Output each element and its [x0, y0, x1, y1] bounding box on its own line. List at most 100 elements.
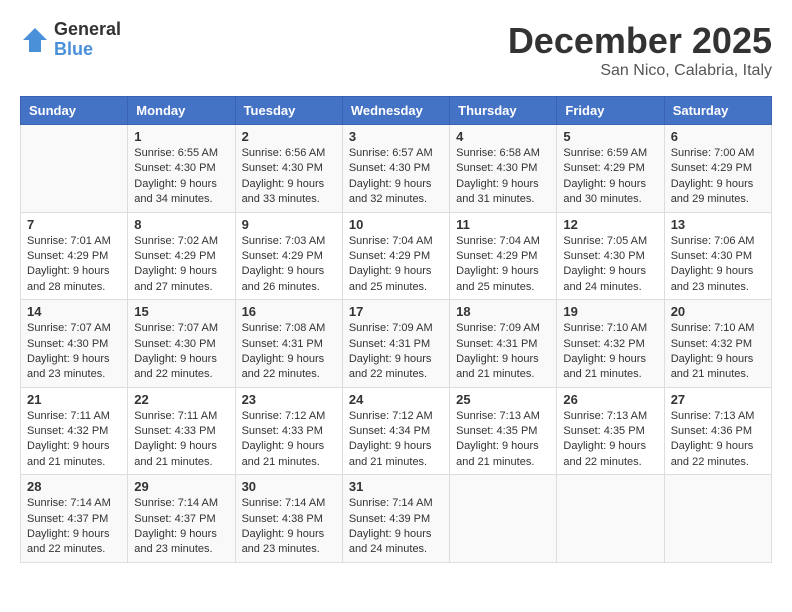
cell-line: Daylight: 9 hours: [349, 352, 443, 367]
cell-line: Daylight: 9 hours: [349, 177, 443, 192]
cell-line: Sunrise: 7:14 AM: [27, 496, 121, 511]
cell-line: Daylight: 9 hours: [671, 439, 765, 454]
cell-line: Daylight: 9 hours: [349, 527, 443, 542]
cell-line: Sunrise: 7:02 AM: [134, 234, 228, 249]
cell-line: Sunset: 4:31 PM: [349, 337, 443, 352]
day-number: 17: [349, 304, 443, 319]
cell-line: Daylight: 9 hours: [242, 352, 336, 367]
calendar-cell: [21, 125, 128, 213]
cell-line: and 22 minutes.: [134, 367, 228, 382]
calendar-cell: 1Sunrise: 6:55 AMSunset: 4:30 PMDaylight…: [128, 125, 235, 213]
cell-line: Sunset: 4:35 PM: [456, 424, 550, 439]
cell-content: Sunrise: 7:11 AMSunset: 4:32 PMDaylight:…: [27, 409, 121, 471]
cell-content: Sunrise: 7:13 AMSunset: 4:35 PMDaylight:…: [456, 409, 550, 471]
day-number: 7: [27, 217, 121, 232]
day-number: 23: [242, 392, 336, 407]
cell-content: Sunrise: 7:14 AMSunset: 4:39 PMDaylight:…: [349, 496, 443, 558]
cell-line: Daylight: 9 hours: [242, 527, 336, 542]
cell-line: Sunset: 4:30 PM: [671, 249, 765, 264]
cell-content: Sunrise: 7:14 AMSunset: 4:37 PMDaylight:…: [27, 496, 121, 558]
cell-line: Sunrise: 7:13 AM: [456, 409, 550, 424]
cell-line: and 29 minutes.: [671, 192, 765, 207]
cell-line: Sunset: 4:30 PM: [134, 337, 228, 352]
cell-line: Daylight: 9 hours: [134, 352, 228, 367]
cell-line: and 22 minutes.: [349, 367, 443, 382]
cell-line: and 26 minutes.: [242, 280, 336, 295]
cell-line: Sunrise: 7:00 AM: [671, 146, 765, 161]
cell-content: Sunrise: 7:09 AMSunset: 4:31 PMDaylight:…: [456, 321, 550, 383]
cell-line: Sunset: 4:33 PM: [242, 424, 336, 439]
cell-line: Daylight: 9 hours: [242, 264, 336, 279]
cell-line: and 23 minutes.: [134, 542, 228, 557]
cell-line: and 21 minutes.: [27, 455, 121, 470]
calendar-cell: 23Sunrise: 7:12 AMSunset: 4:33 PMDayligh…: [235, 387, 342, 475]
title-block: December 2025 San Nico, Calabria, Italy: [508, 20, 772, 80]
location-text: San Nico, Calabria, Italy: [508, 62, 772, 80]
calendar-cell: 13Sunrise: 7:06 AMSunset: 4:30 PMDayligh…: [664, 212, 771, 300]
cell-line: Sunset: 4:29 PM: [242, 249, 336, 264]
cell-line: and 25 minutes.: [349, 280, 443, 295]
calendar-week-1: 7Sunrise: 7:01 AMSunset: 4:29 PMDaylight…: [21, 212, 772, 300]
calendar-cell: 16Sunrise: 7:08 AMSunset: 4:31 PMDayligh…: [235, 300, 342, 388]
header-wednesday: Wednesday: [342, 97, 449, 125]
cell-line: and 21 minutes.: [349, 455, 443, 470]
cell-content: Sunrise: 7:14 AMSunset: 4:38 PMDaylight:…: [242, 496, 336, 558]
cell-line: Sunrise: 7:05 AM: [563, 234, 657, 249]
calendar-cell: 3Sunrise: 6:57 AMSunset: 4:30 PMDaylight…: [342, 125, 449, 213]
logo: General Blue: [20, 20, 121, 60]
cell-line: Daylight: 9 hours: [27, 439, 121, 454]
cell-line: Sunset: 4:32 PM: [671, 337, 765, 352]
cell-line: Daylight: 9 hours: [27, 352, 121, 367]
day-number: 27: [671, 392, 765, 407]
logo-general-text: General: [54, 20, 121, 40]
cell-line: Sunrise: 7:12 AM: [349, 409, 443, 424]
cell-line: Daylight: 9 hours: [134, 264, 228, 279]
cell-line: and 21 minutes.: [134, 455, 228, 470]
cell-content: Sunrise: 7:14 AMSunset: 4:37 PMDaylight:…: [134, 496, 228, 558]
header-tuesday: Tuesday: [235, 97, 342, 125]
cell-line: Daylight: 9 hours: [27, 527, 121, 542]
calendar-cell: 10Sunrise: 7:04 AMSunset: 4:29 PMDayligh…: [342, 212, 449, 300]
calendar-week-4: 28Sunrise: 7:14 AMSunset: 4:37 PMDayligh…: [21, 475, 772, 563]
calendar-cell: 7Sunrise: 7:01 AMSunset: 4:29 PMDaylight…: [21, 212, 128, 300]
cell-line: Sunset: 4:35 PM: [563, 424, 657, 439]
cell-line: Sunrise: 7:04 AM: [349, 234, 443, 249]
day-number: 12: [563, 217, 657, 232]
cell-line: and 31 minutes.: [456, 192, 550, 207]
cell-line: and 21 minutes.: [456, 455, 550, 470]
cell-content: Sunrise: 6:59 AMSunset: 4:29 PMDaylight:…: [563, 146, 657, 208]
cell-line: Daylight: 9 hours: [134, 177, 228, 192]
cell-line: Daylight: 9 hours: [456, 264, 550, 279]
cell-line: Sunset: 4:30 PM: [242, 161, 336, 176]
cell-line: Sunrise: 7:10 AM: [563, 321, 657, 336]
calendar-cell: 11Sunrise: 7:04 AMSunset: 4:29 PMDayligh…: [450, 212, 557, 300]
cell-content: Sunrise: 6:56 AMSunset: 4:30 PMDaylight:…: [242, 146, 336, 208]
cell-line: Daylight: 9 hours: [671, 264, 765, 279]
day-number: 10: [349, 217, 443, 232]
calendar-cell: 27Sunrise: 7:13 AMSunset: 4:36 PMDayligh…: [664, 387, 771, 475]
month-title: December 2025: [508, 20, 772, 62]
cell-line: and 23 minutes.: [671, 280, 765, 295]
cell-line: Sunrise: 7:01 AM: [27, 234, 121, 249]
cell-content: Sunrise: 7:04 AMSunset: 4:29 PMDaylight:…: [456, 234, 550, 296]
cell-line: and 22 minutes.: [27, 542, 121, 557]
cell-line: Daylight: 9 hours: [456, 439, 550, 454]
cell-line: and 22 minutes.: [671, 455, 765, 470]
cell-line: Sunset: 4:30 PM: [456, 161, 550, 176]
cell-line: and 24 minutes.: [563, 280, 657, 295]
calendar-cell: 30Sunrise: 7:14 AMSunset: 4:38 PMDayligh…: [235, 475, 342, 563]
cell-line: Sunrise: 6:57 AM: [349, 146, 443, 161]
day-number: 3: [349, 129, 443, 144]
day-number: 20: [671, 304, 765, 319]
cell-line: Daylight: 9 hours: [671, 177, 765, 192]
cell-line: Sunset: 4:37 PM: [27, 512, 121, 527]
cell-content: Sunrise: 7:03 AMSunset: 4:29 PMDaylight:…: [242, 234, 336, 296]
day-number: 14: [27, 304, 121, 319]
calendar-cell: 2Sunrise: 6:56 AMSunset: 4:30 PMDaylight…: [235, 125, 342, 213]
day-number: 26: [563, 392, 657, 407]
day-number: 19: [563, 304, 657, 319]
cell-content: Sunrise: 7:11 AMSunset: 4:33 PMDaylight:…: [134, 409, 228, 471]
cell-content: Sunrise: 7:02 AMSunset: 4:29 PMDaylight:…: [134, 234, 228, 296]
cell-line: and 21 minutes.: [563, 367, 657, 382]
cell-line: Daylight: 9 hours: [134, 527, 228, 542]
